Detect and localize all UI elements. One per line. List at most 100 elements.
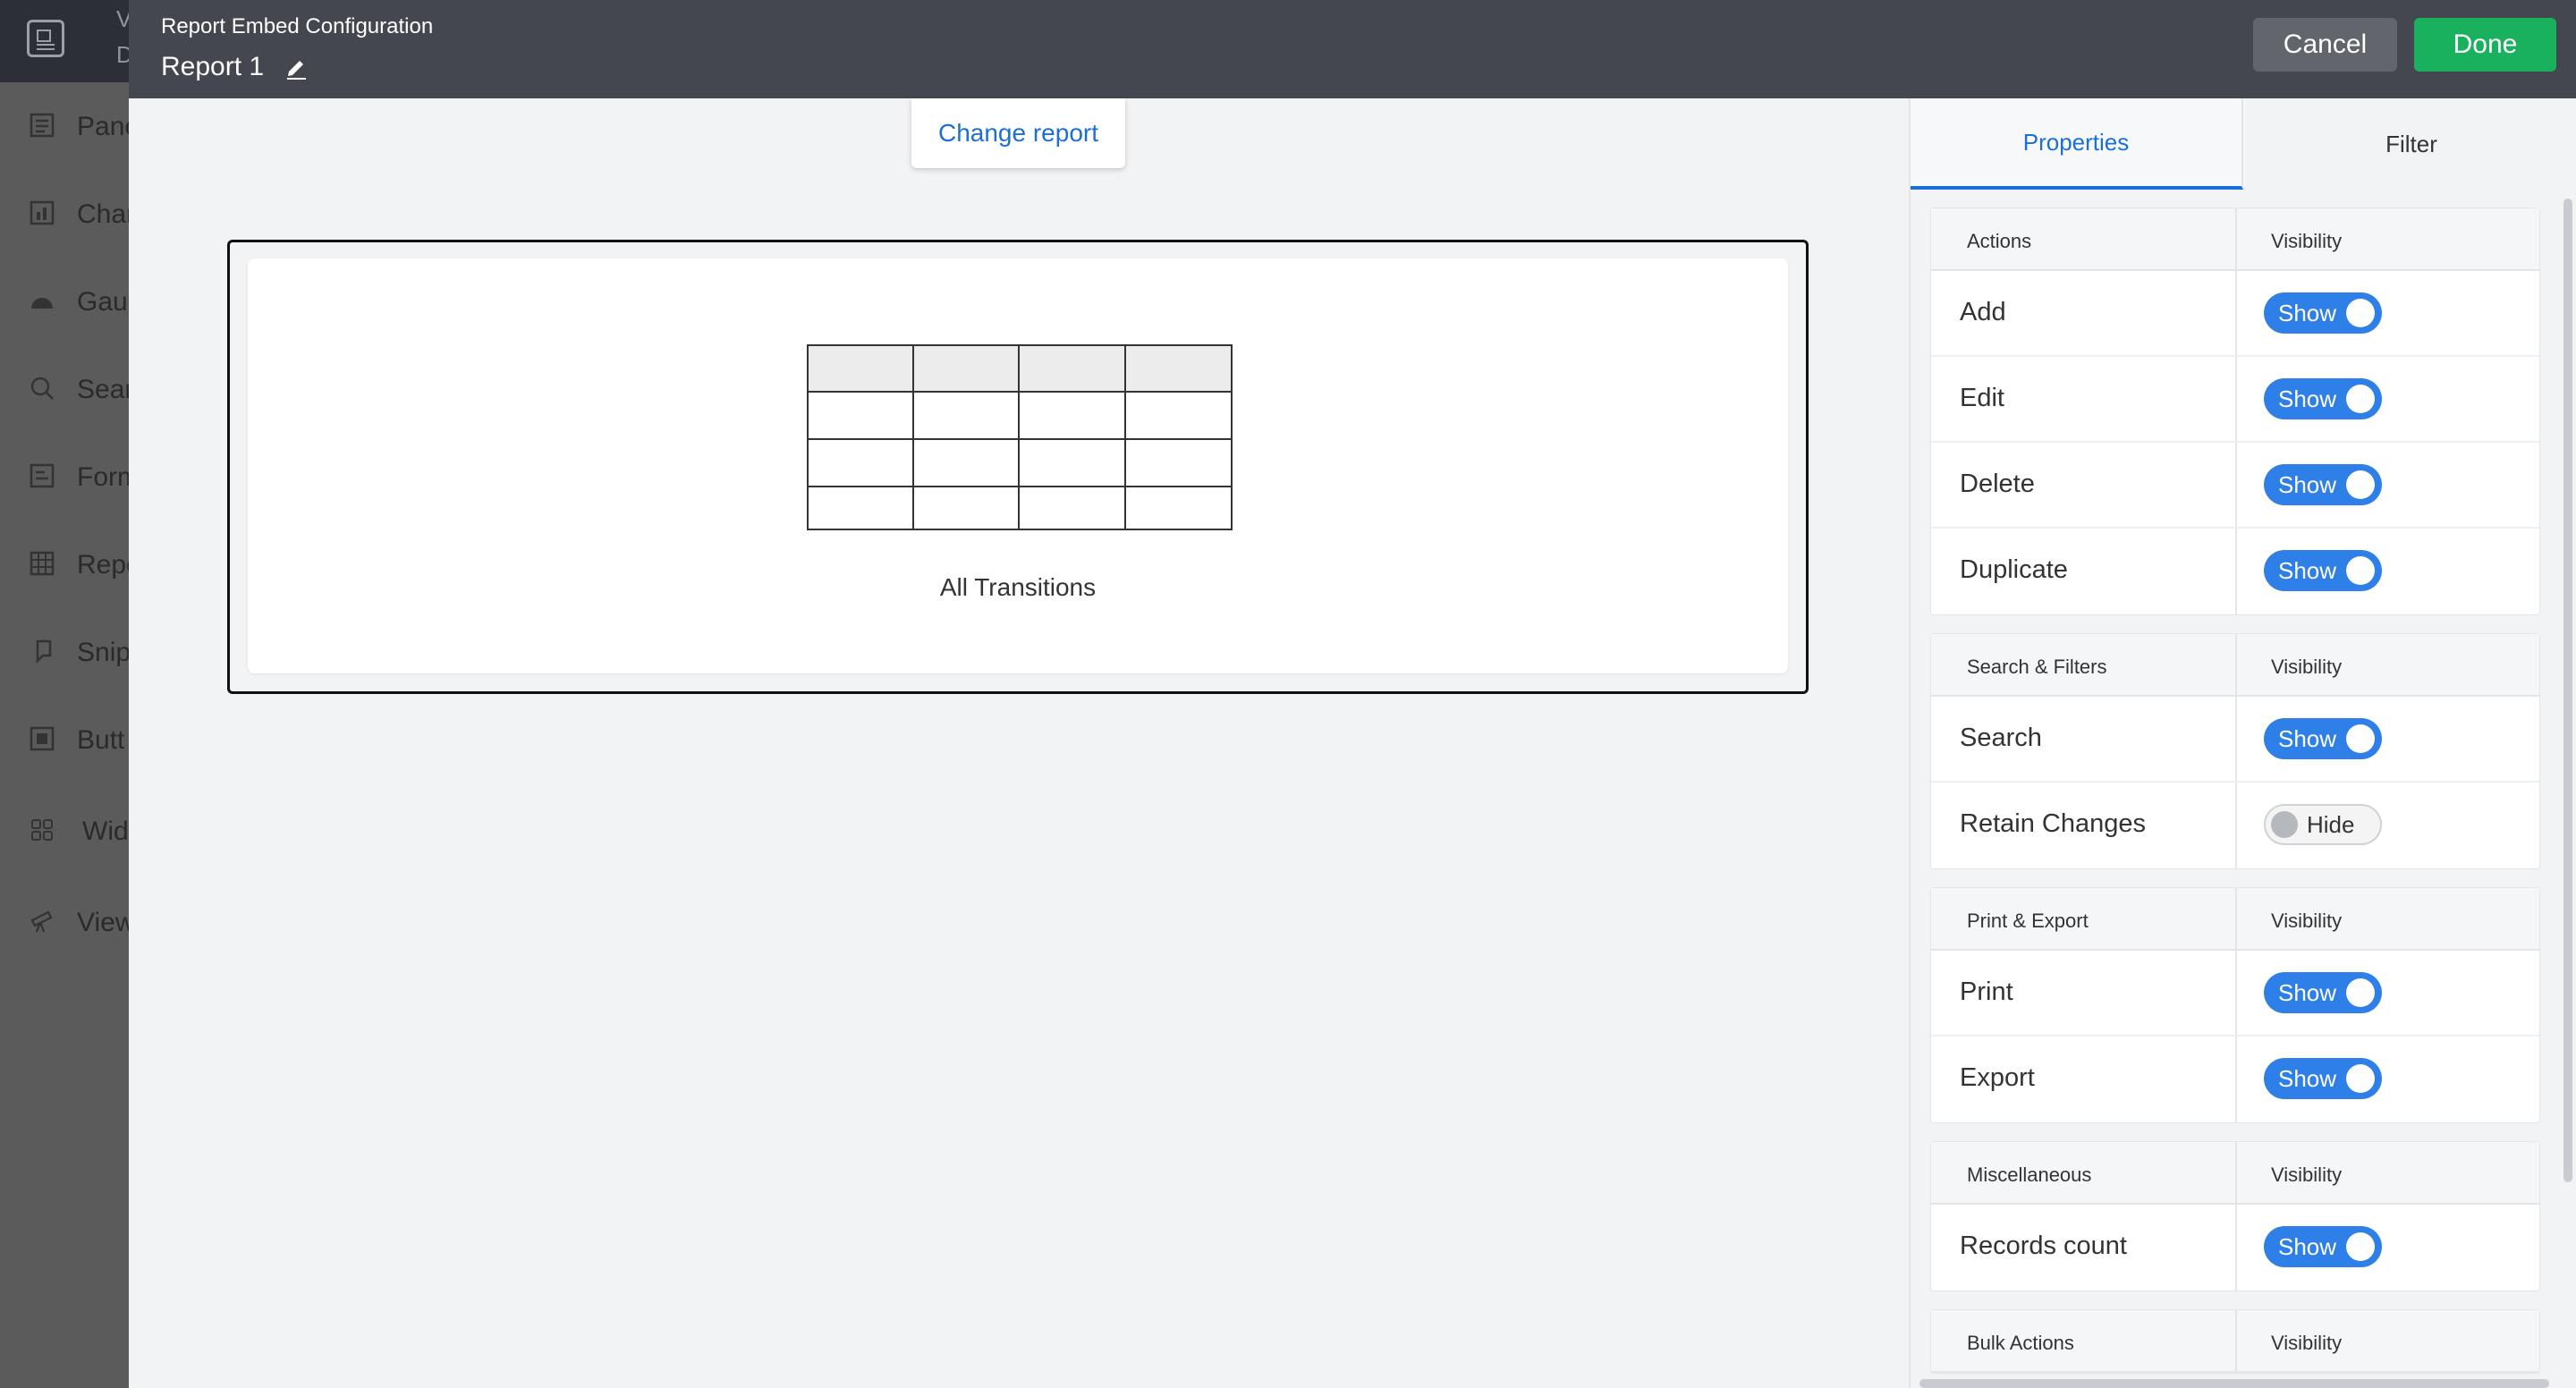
sidebar-item-label: Repo [77,550,129,580]
column-divider [2235,529,2237,614]
done-button[interactable]: Done [2414,18,2556,72]
toggle-knob [2346,556,2375,585]
sidebar-header: V D [0,0,129,82]
chart-icon [27,199,57,230]
dialog-header: Report Embed Configuration Report 1 Canc… [129,0,2576,98]
button-icon [27,725,57,756]
sidebar-item-label: Pane [77,112,129,141]
setting-label: Edit [1960,384,2004,412]
visibility-column-header: Visibility [2271,1332,2343,1354]
sidebar-item-form[interactable]: Form [0,451,129,504]
cancel-button[interactable]: Cancel [2253,18,2397,72]
setting-label: Duplicate [1960,555,2068,584]
visibility-toggle[interactable]: Show [2264,292,2382,334]
sidebar-header-char-1: V [116,5,129,32]
setting-row: Print Show [1931,951,2539,1037]
vertical-scrollbar[interactable] [2563,199,2572,1182]
pencil-icon[interactable] [283,54,309,80]
settings-section: Actions Visibility Add Show Edit Show Delete Sh… [1930,207,2540,615]
telescope-icon [27,908,57,938]
column-divider [2235,1310,2237,1371]
change-report-button[interactable]: Change report [911,98,1125,168]
widgets-icon [27,817,57,847]
column-divider [2235,1142,2237,1203]
visibility-toggle[interactable]: Show [2264,378,2382,419]
toggle-knob [2346,1064,2375,1093]
column-divider [2235,783,2237,868]
setting-label: Export [1960,1063,2035,1092]
visibility-toggle[interactable]: Show [2264,1058,2382,1099]
settings-section: Print & Export Visibility Print Show Export S… [1930,887,2540,1123]
visibility-toggle[interactable]: Show [2264,972,2382,1013]
report-title: Report 1 [161,52,265,81]
sidebar-item-gauge[interactable]: Gau [0,275,129,329]
section-header: Print & Export Visibility [1931,888,2539,951]
setting-label: Delete [1960,470,2035,498]
report-embed-frame[interactable]: All Transitions [227,240,1809,694]
sidebar-item-label: Snip [77,638,129,667]
dialog-subtitle: Report Embed Configuration [161,14,434,38]
setting-label: Add [1960,298,2006,326]
form-icon [27,462,57,493]
sidebar-item-label: Gau [77,287,128,317]
setting-row: Retain Changes Hide [1931,783,2539,868]
sidebar-item-widgets[interactable]: Wid [0,805,129,859]
column-divider [2235,1037,2237,1122]
sidebar-item-panel[interactable]: Pane [0,100,129,154]
sidebar-item-search[interactable]: Sear [0,363,129,417]
sidebar-item-view[interactable]: View [0,896,129,950]
setting-label: Records count [1960,1231,2127,1260]
visibility-column-header: Visibility [2271,656,2343,678]
column-divider [2235,697,2237,781]
sidebar-item-label: Char [77,199,129,229]
setting-row: Duplicate Show [1931,529,2539,614]
report-canvas: Change report All Transitions [129,98,1909,1388]
column-divider [2235,443,2237,527]
setting-row: Export Show [1931,1037,2539,1122]
toggle-label: Show [2278,1233,2337,1260]
tab-properties[interactable]: Properties [1911,98,2243,190]
visibility-column-header: Visibility [2271,910,2343,932]
properties-panel: Properties Filter Actions Visibility Add Sh… [1909,98,2576,1388]
setting-row: Add Show [1931,271,2539,357]
toggle-label: Show [2278,385,2337,412]
sidebar-item-chart[interactable]: Char [0,188,129,241]
toggle-label: Show [2278,557,2337,584]
toggle-knob [2346,978,2375,1007]
toggle-knob [2346,724,2375,753]
toggle-label: Show [2278,979,2337,1006]
table-thumbnail-icon [807,344,1233,530]
setting-label: Retain Changes [1960,809,2146,838]
tab-filter[interactable]: Filter [2245,98,2576,190]
sidebar-item-button[interactable]: Butt [0,714,129,767]
section-title: Bulk Actions [1967,1332,2074,1354]
column-divider [2235,271,2237,355]
column-divider [2235,634,2237,695]
snippet-icon [27,638,57,668]
settings-section: Bulk Actions Visibility [1930,1309,2540,1374]
settings-section: Search & Filters Visibility Search Show Reta… [1930,633,2540,869]
sidebar-item-label: Form [77,462,129,492]
section-title: Print & Export [1967,910,2089,932]
horizontal-scrollbar[interactable] [1919,1379,2549,1388]
setting-row: Search Show [1931,697,2539,783]
column-divider [2235,357,2237,441]
visibility-column-header: Visibility [2271,1164,2343,1186]
visibility-toggle[interactable]: Show [2264,464,2382,505]
search-icon [27,375,57,405]
visibility-toggle[interactable]: Show [2264,1226,2382,1267]
section-header: Bulk Actions Visibility [1931,1310,2539,1373]
sidebar-item-label: View [77,908,129,937]
sidebar-item-label: Sear [77,375,129,404]
grid-icon [27,550,57,580]
app-logo-icon[interactable] [27,20,64,57]
sidebar-item-report[interactable]: Repo [0,538,129,592]
section-title: Miscellaneous [1967,1164,2092,1186]
section-header: Miscellaneous Visibility [1931,1142,2539,1205]
setting-label: Print [1960,978,2013,1006]
visibility-toggle[interactable]: Show [2264,550,2382,591]
sidebar-item-snippet[interactable]: Snip [0,626,129,680]
visibility-toggle[interactable]: Hide [2264,804,2382,845]
toggle-label: Show [2278,471,2337,498]
visibility-toggle[interactable]: Show [2264,718,2382,759]
